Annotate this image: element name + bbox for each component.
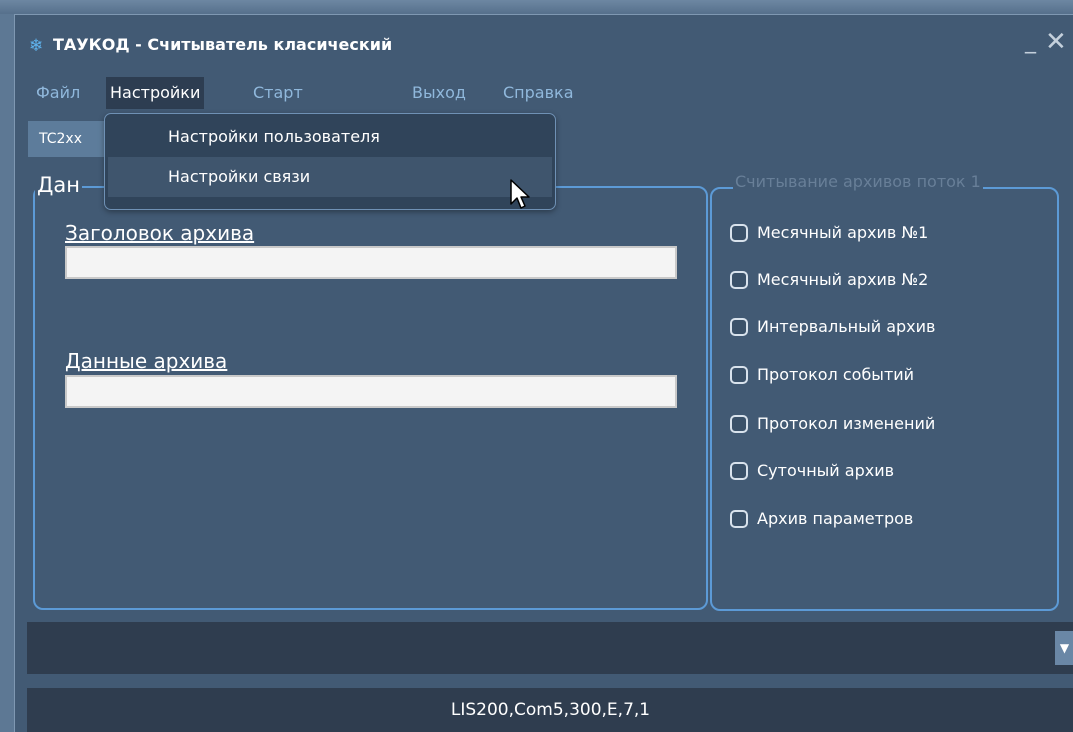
menu-settings[interactable]: Настройки xyxy=(106,77,205,109)
menu-start[interactable]: Старт xyxy=(249,77,307,109)
chevron-down-icon[interactable]: ▼ xyxy=(1055,631,1073,665)
desktop-frame xyxy=(0,0,1073,14)
checkbox-label: Интервальный архив xyxy=(757,317,936,336)
checkbox-box[interactable] xyxy=(730,415,748,433)
minimize-button[interactable]: _ xyxy=(1025,29,1036,54)
mouse-pointer-icon xyxy=(510,179,530,209)
archive-header-input[interactable] xyxy=(65,246,677,279)
archive-header-label: Заголовок архива xyxy=(65,221,255,245)
menu-item-connection-settings[interactable]: Настройки связи xyxy=(108,157,552,197)
checkbox-box[interactable] xyxy=(730,318,748,336)
checkbox-box[interactable] xyxy=(730,366,748,384)
menu-file[interactable]: Файл xyxy=(32,77,84,109)
archive-data-group-title: Дан xyxy=(35,173,83,197)
checkbox-label: Протокол изменений xyxy=(757,414,936,433)
checkbox-label: Суточный архив xyxy=(757,461,895,480)
archive-read-group xyxy=(710,187,1059,611)
menu-help[interactable]: Справка xyxy=(499,77,578,109)
window-title: ТАУКОД - Считыватель класический xyxy=(53,35,393,54)
combo-box[interactable] xyxy=(27,622,1073,674)
menu-bar: Файл Настройки Старт Выход Справка xyxy=(15,77,1073,109)
menu-item-user-settings[interactable]: Настройки пользователя xyxy=(108,117,552,157)
title-bar: ❄ ТАУКОД - Считыватель класический _ ✕ xyxy=(15,15,1073,75)
checkbox-label: Протокол событий xyxy=(757,365,915,384)
checkbox-box[interactable] xyxy=(730,224,748,242)
app-window: ❄ ТАУКОД - Считыватель класический _ ✕ Ф… xyxy=(14,14,1073,732)
checkbox-box[interactable] xyxy=(730,462,748,480)
status-bar: LIS200,Com5,300,E,7,1 xyxy=(27,688,1073,732)
close-button[interactable]: ✕ xyxy=(1045,29,1067,55)
checkbox-label: Месячный архив №1 xyxy=(757,223,929,242)
menu-exit[interactable]: Выход xyxy=(408,77,470,109)
checkbox-box[interactable] xyxy=(730,271,748,289)
checkbox-box[interactable] xyxy=(730,510,748,528)
checkbox-label: Месячный архив №2 xyxy=(757,270,929,289)
checkbox-label: Архив параметров xyxy=(757,509,914,528)
snowflake-icon: ❄ xyxy=(29,36,44,56)
settings-dropdown-menu: Настройки пользователя Настройки связи xyxy=(104,113,556,210)
archive-data-label: Данные архива xyxy=(65,349,228,373)
archive-read-group-title: Считывание архивов поток 1 xyxy=(733,172,983,191)
archive-data-input[interactable] xyxy=(65,375,677,408)
